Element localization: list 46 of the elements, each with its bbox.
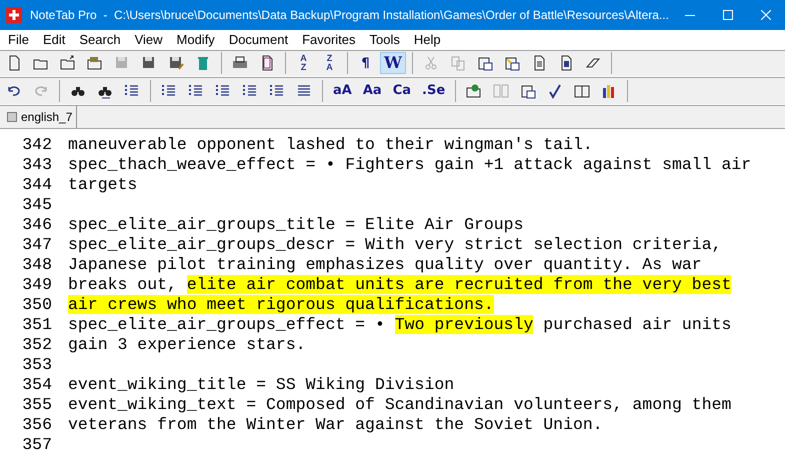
code-line: gain 3 experience stars. [68, 335, 306, 355]
code-line: spec_elite_air_groups_effect = • Two previously purchased air units [68, 315, 732, 335]
line-number: 344 [21, 175, 52, 195]
code-line: Japanese pilot training emphasizes quality over quantity. As war [68, 255, 702, 275]
line-number: 351 [21, 315, 52, 335]
line-number: 349 [21, 275, 52, 295]
code-line: spec_elite_air_groups_title = Elite Air Groups [68, 215, 524, 235]
code-line: breaks out, elite air combat units are recruited from the very best [68, 275, 732, 295]
menu-item[interactable]: Modify [170, 30, 222, 50]
code-line: veterans from the Winter War against the Soviet Union. [68, 415, 603, 435]
line-number: 343 [21, 155, 52, 175]
line-number: 350 [21, 295, 52, 315]
line-number: 345 [21, 195, 52, 215]
line-number: 353 [21, 355, 52, 375]
line-number: 348 [21, 255, 52, 275]
sort-button[interactable]: A Z [292, 52, 315, 74]
menu-item[interactable]: Search [72, 30, 128, 50]
line-number: 352 [21, 335, 52, 355]
menu-item[interactable]: Edit [36, 30, 72, 50]
window-title: NoteTab Pro - C:\Users\bruce\Documents\Data Backup\Program Installation\Games\Order of Battle\Resources\Altera... [30, 7, 669, 24]
line-number: 342 [21, 135, 52, 155]
line-number: 357 [21, 435, 52, 455]
code-line: spec_elite_air_groups_descr = With very strict selection criteria, [68, 235, 722, 255]
line-number: 354 [21, 375, 52, 395]
line-number: 355 [21, 395, 52, 415]
toolbar-button[interactable]: W [380, 52, 406, 74]
toolbar-button[interactable]: aA [329, 80, 356, 102]
code-line: spec_thach_weave_effect = • Fighters gain +1 attack against small air [68, 155, 752, 175]
line-number: 356 [21, 415, 52, 435]
sort-button[interactable]: Z A [318, 52, 341, 74]
code-line: event_wiking_title = SS Wiking Division [68, 375, 454, 395]
menu-item[interactable]: View [128, 30, 170, 50]
toolbar-button[interactable]: Aa [358, 80, 386, 102]
code-line: maneuverable opponent lashed to their wingman's tail. [68, 135, 593, 155]
line-number: 346 [21, 215, 52, 235]
toolbar-button[interactable]: Ca [388, 80, 416, 102]
menu-item[interactable]: File [1, 30, 36, 50]
toolbar-button[interactable]: ¶ [354, 52, 377, 74]
code-line: targets [68, 175, 138, 195]
menu-item[interactable]: Favorites [295, 30, 363, 50]
menu-item[interactable]: Help [406, 30, 448, 50]
code-line: event_wiking_text = Composed of Scandinavian volunteers, among them [68, 395, 732, 415]
line-number: 347 [21, 235, 52, 255]
menu-item[interactable]: Tools [362, 30, 407, 50]
menu-item[interactable]: Document [222, 30, 296, 50]
toolbar-button[interactable]: .Se [418, 80, 450, 102]
